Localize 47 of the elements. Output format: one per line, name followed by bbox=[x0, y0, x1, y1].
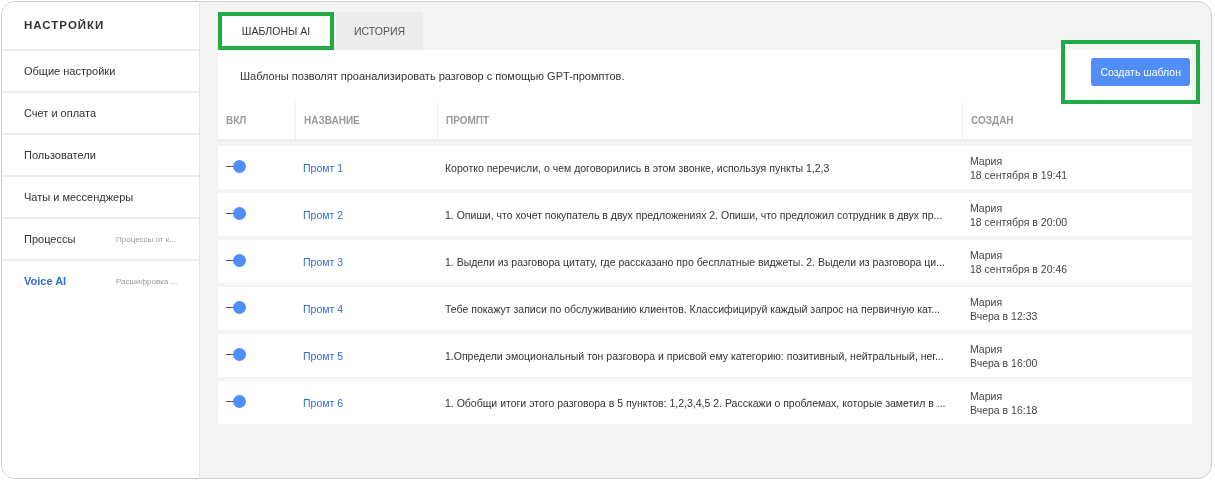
author-name: Мария bbox=[970, 201, 1004, 214]
tab[interactable]: ИСТОРИЯ bbox=[336, 12, 424, 50]
created-date: 18 сентября в 20:00 bbox=[970, 215, 1069, 228]
created-date: Вчера в 16:18 bbox=[970, 403, 1039, 416]
created-date: Вчера в 16:00 bbox=[970, 356, 1039, 369]
author-name: Мария bbox=[970, 342, 1004, 355]
toggle-switch[interactable] bbox=[226, 348, 246, 361]
prompt-name-link[interactable]: Промт 1 bbox=[303, 161, 343, 174]
column-header: ПРОМПТ bbox=[437, 102, 962, 139]
prompt-name-link[interactable]: Промт 4 bbox=[303, 302, 343, 315]
toggle-switch[interactable] bbox=[226, 254, 246, 267]
prompt-text: 1.Определи эмоциональный тон разговора и присвой ему категорию: позитивный, нейтральный, нег... bbox=[445, 349, 944, 362]
sidebar-item[interactable]: Процессы bbox=[24, 233, 116, 245]
prompt-name-link[interactable]: Промт 3 bbox=[303, 255, 343, 268]
prompt-name-link[interactable]: Промт 2 bbox=[303, 208, 343, 221]
sidebar-item[interactable]: Voice AI bbox=[24, 275, 116, 287]
sidebar-item[interactable]: Счет и оплата bbox=[24, 107, 116, 119]
prompt-text: 1. Опиши, что хочет покупатель в двух предложениях 2. Опиши, что предложил сотрудник в двух пр... bbox=[445, 208, 943, 221]
toggle-switch[interactable] bbox=[226, 301, 246, 314]
toggle-switch[interactable] bbox=[226, 395, 246, 408]
description-text: Шаблоны позволят проанализировать разговор с помощью GPT-промптов. bbox=[240, 70, 625, 82]
prompt-name-link[interactable]: Промт 6 bbox=[303, 396, 343, 409]
author-name: Мария bbox=[970, 248, 1004, 261]
author-name: Мария bbox=[970, 389, 1004, 402]
prompt-text: Коротко перечисли, о чем договорились в этом звонке, используя пункты 1,2,3 bbox=[445, 161, 830, 174]
author-name: Мария bbox=[970, 295, 1004, 308]
tab[interactable]: ШАБЛОНЫ AI bbox=[218, 12, 334, 50]
sidebar-title: НАСТРОЙКИ bbox=[2, 2, 199, 51]
prompt-text: 1. Выдели из разговора цитату, где рассказано про бесплатные виджеты. 2. Выдели из разговора ци... bbox=[445, 255, 945, 268]
sidebar-item[interactable]: Чаты и мессенджеры bbox=[24, 191, 138, 203]
prompt-text: 1. Обобщи итоги этого разговора в 5 пунктов: 1,2,3,4,5 2. Расскажи о проблемах, которые заметил в ... bbox=[445, 396, 946, 409]
created-date: 18 сентября в 20:46 bbox=[970, 262, 1069, 275]
column-header: НАЗВАНИЕ bbox=[295, 102, 437, 139]
author-name: Мария bbox=[970, 154, 1004, 167]
column-header: СОЗДАН bbox=[962, 102, 1192, 139]
prompt-name-link[interactable]: Промт 5 bbox=[303, 349, 343, 362]
prompt-text: Тебе покажут записи по обслуживанию клиентов. Классифицируй каждый запрос на первичную кат... bbox=[445, 302, 941, 315]
sidebar-item-hint: Расшифровка ... bbox=[116, 276, 178, 286]
column-header: ВКЛ bbox=[225, 114, 248, 128]
sidebar-item-hint: Процессы от к... bbox=[116, 234, 176, 244]
created-date: Вчера в 12:33 bbox=[970, 309, 1039, 322]
sidebar-item[interactable]: Общие настройки bbox=[24, 65, 120, 77]
toggle-switch[interactable] bbox=[226, 160, 246, 173]
created-date: 18 сентября в 19:41 bbox=[970, 168, 1069, 181]
toggle-switch[interactable] bbox=[226, 207, 246, 220]
sidebar-item[interactable]: Пользователи bbox=[24, 149, 116, 161]
create-template-button[interactable]: Создать шаблон bbox=[1091, 58, 1190, 86]
